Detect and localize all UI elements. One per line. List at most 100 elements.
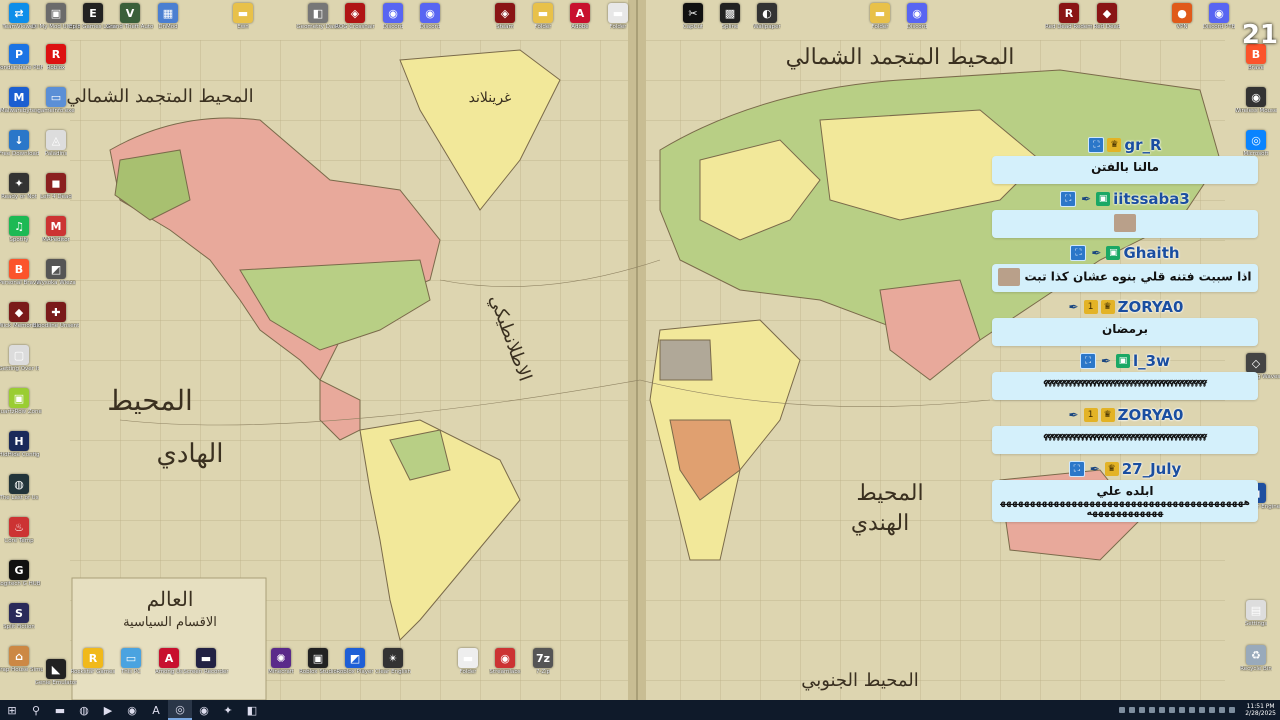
desktop-shortcut[interactable]: ◩ Wysoka Wieza [31,259,81,286]
desktop-shortcut[interactable]: 7z 7-Zip [518,648,568,675]
desktop-shortcut[interactable]: ▬ Folder [593,3,643,30]
taskbar-clock[interactable]: 11:51 PM 2/28/2025 [1245,703,1276,717]
desktop-shortcut[interactable]: ✴ Clear English [368,648,418,675]
tray-icon[interactable] [1149,707,1156,713]
desktop-shortcut[interactable]: ◬ Paladins [31,130,81,157]
tray-icon[interactable] [1119,707,1126,713]
tray-icon[interactable] [1159,707,1166,713]
search-icon[interactable]: ⚲ [24,700,48,720]
app-icon: ✦ [9,173,29,193]
tray-icon[interactable] [1189,707,1196,713]
app-icon[interactable]: ✦ [216,700,240,720]
taskbar: ⊞ ⚲ ▬ ◍ ▶ ◉ A ◎ ◉ ✦ ◧ 11:51 PM 2/28/2025 [0,700,1280,720]
shortcut-label: Folder [459,669,477,675]
discord-icon[interactable]: ◉ [120,700,144,720]
shortcut-label: Adobe [571,24,589,30]
spotify-icon: ♫ [9,216,29,236]
app-icon: ⌂ [9,646,29,666]
chat-username: 27_July [1121,460,1182,478]
folder-icon: ▬ [233,3,253,23]
chat-message: ⛶ ✒ ▣ iitssaba3 [992,188,1258,238]
chat-username: l_3w [1133,352,1170,370]
desktop-shortcut[interactable]: ◉ Discord [405,3,455,30]
steam-icon[interactable]: ◍ [72,700,96,720]
map-label: المحيط [856,481,923,506]
desktop-shortcut[interactable]: ▤ Settings [1231,600,1280,627]
chat-message-header: ⛶ ✒ ▣ l_3w [992,350,1258,372]
tray-icon[interactable] [1229,707,1236,713]
desktop-shortcut[interactable]: ◼ Left 4 Dead [31,173,81,200]
folder-icon: ▬ [870,3,890,23]
tray-icon[interactable] [1179,707,1186,713]
desktop-shortcut[interactable]: ◍ The Last of Us [0,474,44,501]
tray-icon[interactable] [1139,707,1146,713]
desktop-shortcut[interactable]: ◉ Wireless Mouse [1231,87,1280,114]
chat-text: مالنا بالفتن [1091,160,1159,174]
shortcut-label: Folder [871,24,889,30]
tray-icon[interactable] [1129,707,1136,713]
desktop-shortcut[interactable]: ▬ Screen Recorder [181,648,231,675]
chrome-icon[interactable]: ◉ [192,700,216,720]
feather-badge-icon: ✒ [1089,462,1100,476]
chat-text: اذا سببت فتنه قلي بنوه عشان كذا تبت [1024,269,1252,284]
subscriber-badge-icon: ♛ [1100,408,1115,422]
chat-message-body: 𝓆𝓆𝓆𝓆𝓆𝓆𝓆𝓆𝓆𝓆𝓆𝓆𝓆𝓆𝓆𝓆𝓆𝓆𝓆𝓆𝓆𝓆𝓆𝓆𝓆𝓆𝓆𝓆𝓆𝓆𝓆𝓆𝓆𝓆𝓆𝓆𝓆𝓆𝓆𝓆 [992,372,1258,400]
desktop-shortcut[interactable]: ◆ Red Dead [1082,3,1132,30]
youtube-icon[interactable]: ▶ [96,700,120,720]
discord-icon: ◉ [383,3,403,23]
shortcut-label: Discord [419,24,441,30]
tray-icon[interactable] [1219,707,1226,713]
chat-message-body: مالنا بالفتن [992,156,1258,184]
windows-start-icon[interactable]: ⊞ [0,700,24,720]
desktop-shortcut[interactable]: S Split Fiction [0,603,44,630]
desktop-shortcut[interactable]: ▬ Ewn [218,3,268,30]
shortcut-label: Getting Over It [0,366,40,372]
app-icon: ◣ [46,659,66,679]
obs-icon[interactable]: ◎ [168,700,192,720]
tray-icon[interactable] [1209,707,1216,713]
gifter-badge-icon: 1 [1083,408,1098,422]
chat-username: gr_R [1124,136,1162,154]
desktop-shortcut[interactable]: ✚ Bloodline Unsent [31,302,81,329]
app-icon: ◼ [46,173,66,193]
app-icon: G [9,560,29,580]
adobe-icon[interactable]: A [144,700,168,720]
vip-badge-icon: ▣ [1116,354,1131,368]
desktop-shortcut[interactable]: ♨ Core Temp [0,517,44,544]
stream-counter: 21 [1241,20,1278,50]
desktop-shortcut[interactable]: R Roblox [31,44,81,71]
desktop-shortcut[interactable]: M MAPeditor [31,216,81,243]
tray-icon[interactable] [1169,707,1176,713]
shortcut-label: Logitech G HUB [0,581,41,587]
chat-message-body: ابلده علي ههههههههههههههههههههههههههههههه… [992,480,1258,522]
app-icon: ◍ [9,474,29,494]
desktop-shortcut[interactable]: ◉ Discord PTB [1194,3,1244,30]
shortcut-label: Left 4 Dead [40,194,72,200]
tray-icon[interactable] [1199,707,1206,713]
discord-icon: ◉ [420,3,440,23]
zip-icon: 7z [533,648,553,668]
adobe-icon: A [159,648,179,668]
chat-username: iitssaba3 [1113,190,1190,208]
feather-badge-icon: ✒ [1101,354,1112,368]
desktop-shortcut[interactable]: ▢ Getting Over It [0,345,44,372]
file-explorer-icon[interactable]: ▬ [48,700,72,720]
desktop-shortcut[interactable]: ♻ Recycle Bin [1231,645,1280,672]
chat-text: 𝓆𝓆𝓆𝓆𝓆𝓆𝓆𝓆𝓆𝓆𝓆𝓆𝓆𝓆𝓆𝓆𝓆𝓆𝓆𝓆𝓆𝓆𝓆𝓆𝓆𝓆𝓆𝓆𝓆𝓆𝓆𝓆𝓆𝓆𝓆𝓆𝓆𝓆𝓆𝓆 [1043,376,1207,387]
chat-username: ZORYA0 [1117,298,1184,316]
chat-emote-image [998,268,1021,286]
desktop-shortcut[interactable]: ◐ Wallpaper [742,3,792,30]
desktop-shortcut[interactable]: H HidHide Config [0,431,44,458]
desktop-shortcut[interactable]: ▣ QuartzRow Zone [0,388,44,415]
desktop-shortcut[interactable]: ▭ gameinfo.exe [31,87,81,114]
desktop-shortcut[interactable]: ◉ Discord [892,3,942,30]
map-label: المحيط الجنوبي [801,670,919,691]
discord-icon: ◉ [1209,3,1229,23]
desktop-shortcut[interactable]: ▦ DnMod [143,3,193,30]
desktop-shortcut[interactable]: G Logitech G HUB [0,560,44,587]
vip-badge-icon: ▣ [1106,246,1121,260]
app-icon: ✴ [383,648,403,668]
shortcut-label: Wireless Mouse [1234,108,1278,114]
app-icon[interactable]: ◧ [240,700,264,720]
app-icon: ◧ [308,3,328,23]
